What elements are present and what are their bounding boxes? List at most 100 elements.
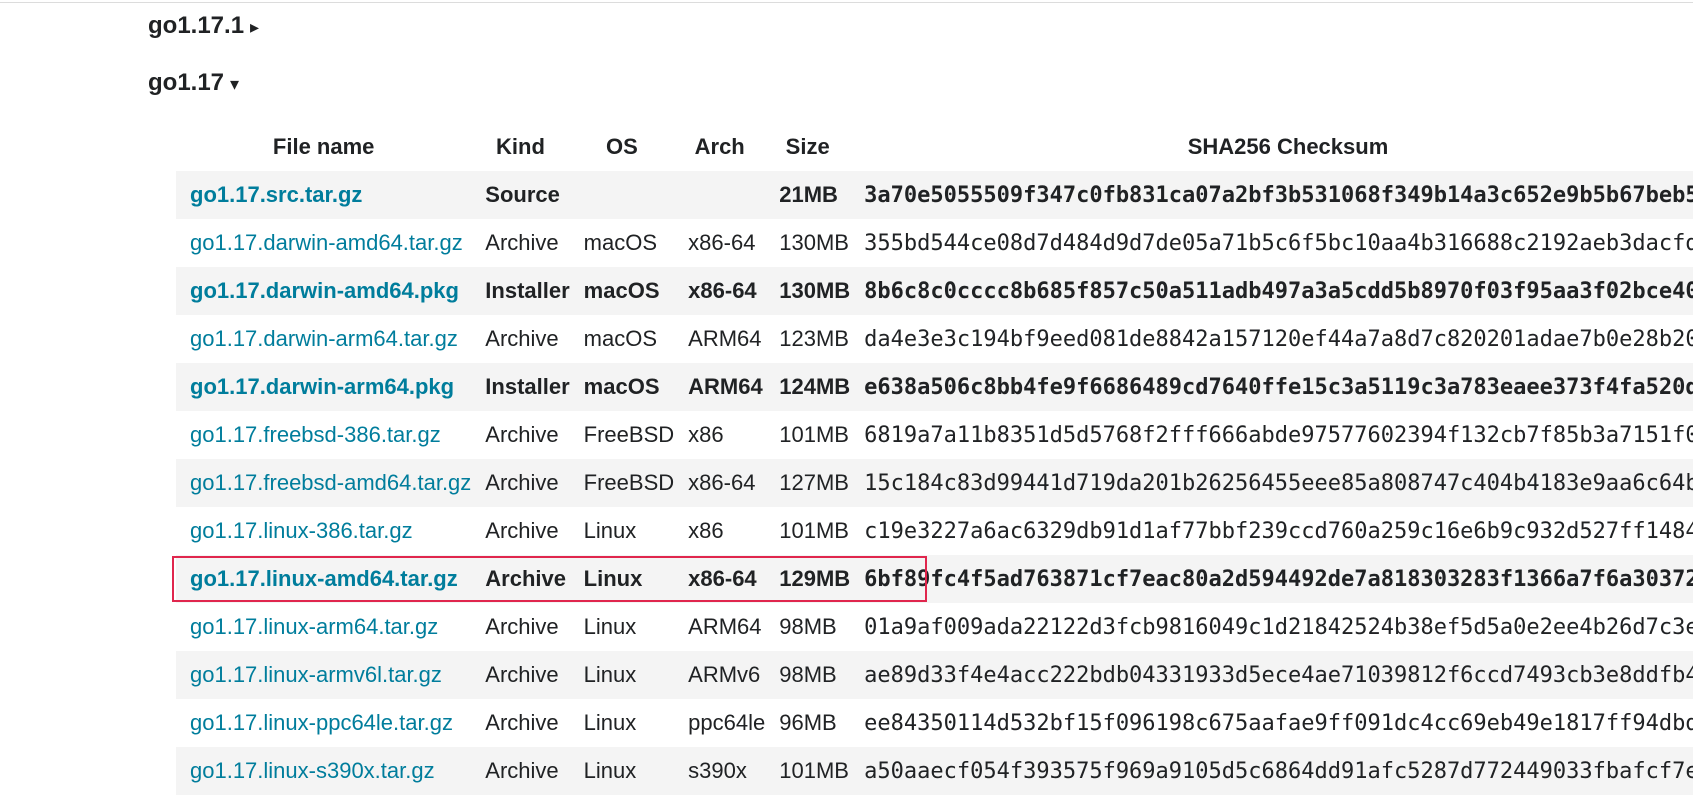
- cell-arch: ppc64le: [688, 710, 766, 735]
- download-link[interactable]: go1.17.darwin-arm64.pkg: [190, 374, 454, 399]
- cell-size: 130MB: [765, 267, 851, 315]
- table-row: go1.17.darwin-amd64.pkg Installer macOS x86…: [176, 267, 1693, 315]
- cell-checksum: da4e3e3c194bf9eed081de8842a157120ef44a7a…: [864, 326, 1693, 352]
- cell-kind: Archive: [471, 555, 570, 603]
- cell-arch: ARM64: [688, 614, 762, 639]
- download-link[interactable]: go1.17.linux-amd64.tar.gz: [190, 566, 458, 591]
- cell-os: Linux: [583, 518, 637, 543]
- cell-kind: Archive: [471, 651, 570, 699]
- cell-arch: ARMv6: [674, 651, 766, 699]
- cell-os: macOS: [583, 230, 658, 255]
- download-link[interactable]: go1.17.darwin-amd64.pkg: [190, 278, 459, 303]
- table-row: go1.17.linux-ppc64le.tar.gz Archive Linux p…: [176, 699, 1693, 747]
- header-kind: Kind: [496, 134, 545, 159]
- cell-kind: Installer: [471, 363, 570, 411]
- download-link[interactable]: go1.17.src.tar.gz: [190, 182, 362, 207]
- cell-file-name: go1.17.linux-armv6l.tar.gz: [176, 651, 472, 699]
- download-link[interactable]: go1.17.darwin-arm64.tar.gz: [190, 326, 458, 351]
- release-label: go1.17: [148, 69, 225, 96]
- download-link[interactable]: go1.17.darwin-amd64.tar.gz: [190, 230, 463, 255]
- cell-os: [569, 171, 675, 219]
- cell-arch: x86-64: [674, 555, 766, 603]
- cell-size: 101MB: [779, 422, 849, 447]
- table-row: go1.17.linux-s390x.tar.gz Archive Linux s39…: [176, 747, 1693, 795]
- cell-os: macOS: [569, 363, 675, 411]
- cell-size: 129MB: [765, 555, 851, 603]
- table-row: go1.17.src.tar.gz Source 21MB 3a70e5055509f…: [176, 171, 1693, 219]
- table-row: go1.17.darwin-arm64.pkg Installer macOS ARM…: [176, 363, 1693, 411]
- header-checksum: SHA256 Checksum: [1187, 134, 1389, 159]
- cell-arch: x86-64: [674, 459, 766, 507]
- cell-kind: Archive: [471, 459, 570, 507]
- cell-size: 124MB: [765, 363, 851, 411]
- cell-kind: Archive: [485, 614, 559, 639]
- cell-os: Linux: [583, 710, 637, 735]
- expand-arrow-icon: ▸: [250, 17, 260, 37]
- cell-checksum: 01a9af009ada22122d3fcb9816049c1d21842524…: [864, 614, 1693, 640]
- cell-checksum: e638a506c8bb4fe9f6686489cd7640ffe15c3a51…: [850, 363, 1693, 411]
- cell-os: Linux: [569, 651, 675, 699]
- cell-arch: [674, 171, 766, 219]
- download-link[interactable]: go1.17.linux-arm64.tar.gz: [190, 614, 438, 639]
- cell-kind: Archive: [485, 710, 559, 735]
- cell-arch: x86-64: [674, 267, 766, 315]
- cell-size: 21MB: [765, 171, 851, 219]
- table-row: go1.17.freebsd-386.tar.gz Archive FreeBSD x…: [176, 411, 1693, 459]
- cell-kind: Archive: [485, 518, 559, 543]
- header-size: Size: [785, 134, 830, 159]
- cell-size: 101MB: [765, 747, 851, 795]
- download-link[interactable]: go1.17.freebsd-386.tar.gz: [190, 422, 441, 447]
- table-row: go1.17.darwin-amd64.tar.gz Archive macOS x8…: [176, 219, 1693, 267]
- cell-os: Linux: [569, 555, 675, 603]
- cell-kind: Installer: [471, 267, 570, 315]
- cell-size: 127MB: [765, 459, 851, 507]
- cell-checksum: ee84350114d532bf15f096198c675aafae9ff091…: [864, 710, 1693, 736]
- downloads-table: File name Kind OS Arch Size SHA256 Check…: [176, 123, 1693, 795]
- cell-file-name: go1.17.darwin-amd64.tar.gz: [176, 219, 471, 267]
- cell-file-name: go1.17.freebsd-386.tar.gz: [176, 411, 471, 459]
- table-row: go1.17.linux-armv6l.tar.gz Archive Linux AR…: [176, 651, 1693, 699]
- cell-file-name: go1.17.darwin-arm64.pkg: [176, 363, 472, 411]
- cell-checksum: 15c184c83d99441d719da201b26256455eee85a8…: [850, 459, 1693, 507]
- table-row: go1.17.linux-386.tar.gz Archive Linux x86 10…: [176, 507, 1693, 555]
- cell-checksum: 6819a7a11b8351d5d5768f2fff666abde9757760…: [864, 422, 1693, 448]
- download-link[interactable]: go1.17.linux-386.tar.gz: [190, 518, 413, 543]
- download-link[interactable]: go1.17.freebsd-amd64.tar.gz: [190, 470, 471, 495]
- release-toggle-go1-17-1[interactable]: go1.17.1 ▸: [148, 12, 259, 40]
- cell-checksum: a50aaecf054f393575f969a9105d5c6864dd91af…: [850, 747, 1693, 795]
- cell-os: FreeBSD: [569, 459, 675, 507]
- cell-arch: s390x: [674, 747, 766, 795]
- cell-os: Linux: [583, 614, 637, 639]
- cell-file-name: go1.17.linux-s390x.tar.gz: [176, 747, 472, 795]
- table-row: go1.17.freebsd-amd64.tar.gz Archive FreeBS…: [176, 459, 1693, 507]
- cell-file-name: go1.17.freebsd-amd64.tar.gz: [176, 459, 472, 507]
- table-header-row: File name Kind OS Arch Size SHA256 Check…: [176, 123, 1693, 171]
- cell-os: Linux: [569, 747, 675, 795]
- cell-os: FreeBSD: [583, 422, 675, 447]
- top-divider: [0, 2, 1693, 3]
- download-link[interactable]: go1.17.linux-ppc64le.tar.gz: [190, 710, 453, 735]
- cell-kind: Archive: [485, 422, 559, 447]
- table-row: go1.17.linux-amd64.tar.gz Archive Linux x86…: [176, 555, 1693, 603]
- cell-checksum: c19e3227a6ac6329db91d1af77bbf239ccd760a2…: [864, 518, 1693, 544]
- cell-checksum: 8b6c8c0cccc8b685f857c50a511adb497a3a5cdd…: [850, 267, 1693, 315]
- cell-size: 101MB: [779, 518, 849, 543]
- header-arch: Arch: [694, 134, 745, 159]
- cell-kind: Source: [471, 171, 570, 219]
- cell-size: 96MB: [779, 710, 837, 735]
- collapse-arrow-icon: ▾: [230, 74, 240, 94]
- release-toggle-go1-17[interactable]: go1.17 ▾: [148, 69, 239, 97]
- cell-size: 98MB: [765, 651, 851, 699]
- cell-size: 123MB: [779, 326, 849, 351]
- cell-arch: ARM64: [674, 363, 766, 411]
- cell-file-name: go1.17.linux-386.tar.gz: [176, 507, 471, 555]
- cell-arch: x86-64: [688, 230, 756, 255]
- table-row: go1.17.linux-arm64.tar.gz Archive Linux ARM…: [176, 603, 1693, 651]
- cell-checksum: 3a70e5055509f347c0fb831ca07a2bf3b531068f…: [850, 171, 1693, 219]
- cell-os: macOS: [569, 267, 675, 315]
- cell-size: 130MB: [779, 230, 849, 255]
- header-file-name: File name: [272, 134, 375, 159]
- download-link[interactable]: go1.17.linux-armv6l.tar.gz: [190, 662, 442, 687]
- download-link[interactable]: go1.17.linux-s390x.tar.gz: [190, 758, 435, 783]
- cell-file-name: go1.17.darwin-arm64.tar.gz: [176, 315, 471, 363]
